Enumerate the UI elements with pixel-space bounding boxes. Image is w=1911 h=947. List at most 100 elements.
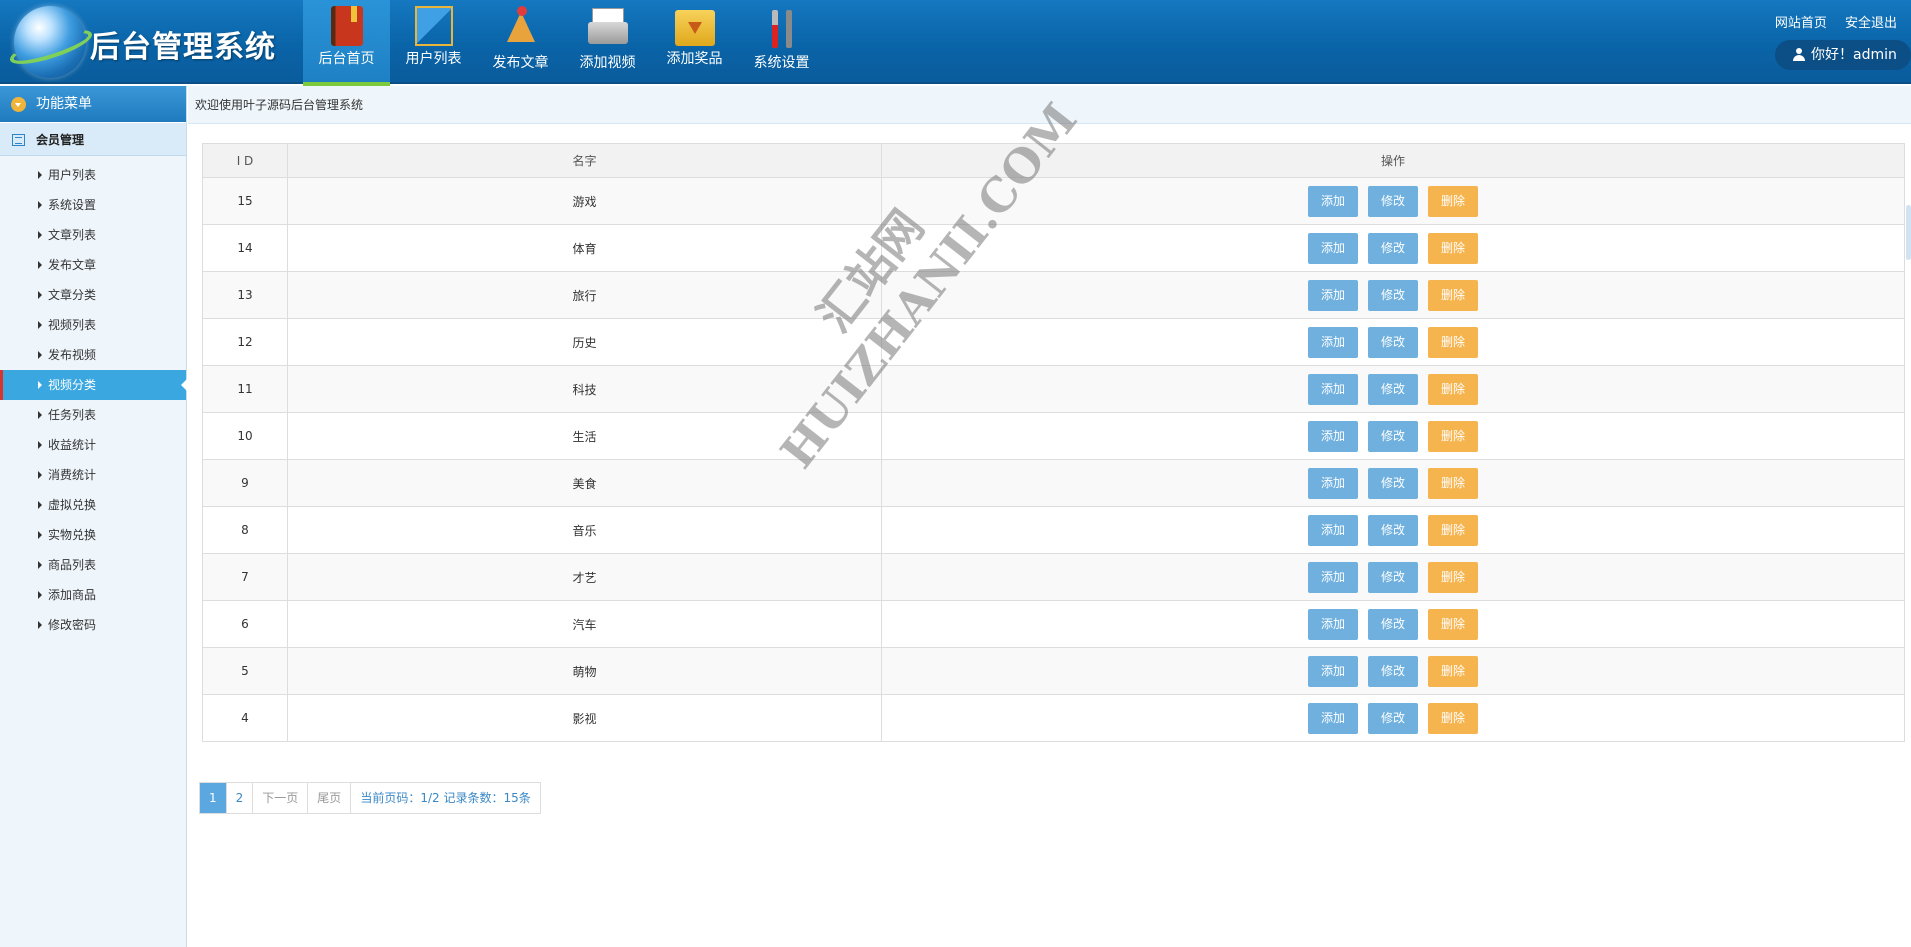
sidebar-item-system-settings[interactable]: 系统设置 [0,190,186,220]
delete-button[interactable]: 删除 [1428,655,1478,687]
delete-button[interactable]: 删除 [1428,608,1478,640]
add-button[interactable]: 添加 [1308,608,1358,640]
caret-right-icon [38,291,42,299]
table-row: 14 体育 添加 修改 删除 [202,224,1905,272]
add-button[interactable]: 添加 [1308,185,1358,217]
cell-actions: 添加 修改 删除 [881,365,1905,413]
add-button[interactable]: 添加 [1308,514,1358,546]
site-home-link[interactable]: 网站首页 [1775,16,1827,31]
delete-button[interactable]: 删除 [1428,467,1478,499]
sidebar-item-label: 实物兑换 [48,528,97,542]
delete-button[interactable]: 删除 [1428,514,1478,546]
list-icon [12,134,25,146]
sidebar-group-member[interactable]: 会员管理 [0,122,186,156]
sidebar: 功能菜单 会员管理 用户列表 系统设置 文章列表 发布文章 文章分类 视频列表 … [0,86,187,947]
table-row: 13 旅行 添加 修改 删除 [202,271,1905,319]
cell-actions: 添加 修改 删除 [881,647,1905,695]
sidebar-item-label: 添加商品 [48,588,97,602]
edit-button[interactable]: 修改 [1368,514,1418,546]
delete-button[interactable]: 删除 [1428,279,1478,311]
add-button[interactable]: 添加 [1308,655,1358,687]
add-button[interactable]: 添加 [1308,561,1358,593]
edit-button[interactable]: 修改 [1368,420,1418,452]
edit-button[interactable]: 修改 [1368,185,1418,217]
table-row: 4 影视 添加 修改 删除 [202,694,1905,742]
delete-button[interactable]: 删除 [1428,326,1478,358]
table-row: 9 美食 添加 修改 删除 [202,459,1905,507]
nav-add-prize[interactable]: 添加奖品 [651,0,738,84]
edit-button[interactable]: 修改 [1368,326,1418,358]
nav-label: 后台首页 [318,51,375,67]
cell-name: 科技 [287,365,882,413]
add-button[interactable]: 添加 [1308,467,1358,499]
sidebar-item-label: 用户列表 [48,168,97,182]
add-button[interactable]: 添加 [1308,279,1358,311]
sidebar-header[interactable]: 功能菜单 [0,86,186,122]
sidebar-item-income-stats[interactable]: 收益统计 [0,430,186,460]
nav-user-list[interactable]: 用户列表 [390,0,477,84]
star-tools-icon [499,6,543,50]
cell-actions: 添加 修改 删除 [881,553,1905,601]
sidebar-item-video-category[interactable]: 视频分类 [0,370,187,400]
top-header: 后台管理系统 后台首页 用户列表 发布文章 添加视频 添加奖品 系统设置 网站首… [0,0,1911,86]
delete-button[interactable]: 删除 [1428,373,1478,405]
pagination: 1 2 下一页 尾页 当前页码：1/2 记录条数：15条 [199,782,541,814]
delete-button[interactable]: 删除 [1428,185,1478,217]
add-button[interactable]: 添加 [1308,702,1358,734]
delete-button[interactable]: 删除 [1428,420,1478,452]
nav-home[interactable]: 后台首页 [303,0,390,86]
caret-right-icon [38,441,42,449]
sidebar-item-add-product[interactable]: 添加商品 [0,580,186,610]
caret-right-icon [38,531,42,539]
sidebar-item-product-list[interactable]: 商品列表 [0,550,186,580]
table-row: 6 汽车 添加 修改 删除 [202,600,1905,648]
edit-button[interactable]: 修改 [1368,608,1418,640]
sidebar-item-video-list[interactable]: 视频列表 [0,310,186,340]
sidebar-item-label: 任务列表 [48,408,97,422]
cell-id: 5 [202,647,288,695]
caret-right-icon [38,561,42,569]
add-button[interactable]: 添加 [1308,232,1358,264]
edit-button[interactable]: 修改 [1368,232,1418,264]
edit-button[interactable]: 修改 [1368,467,1418,499]
top-nav: 后台首页 用户列表 发布文章 添加视频 添加奖品 系统设置 [303,0,825,86]
edit-button[interactable]: 修改 [1368,655,1418,687]
edit-button[interactable]: 修改 [1368,702,1418,734]
sidebar-item-label: 收益统计 [48,438,97,452]
sidebar-item-spending-stats[interactable]: 消费统计 [0,460,186,490]
sidebar-item-physical-redeem[interactable]: 实物兑换 [0,520,186,550]
sidebar-item-label: 视频列表 [48,318,97,332]
logout-link[interactable]: 安全退出 [1845,16,1897,31]
delete-button[interactable]: 删除 [1428,702,1478,734]
delete-button[interactable]: 删除 [1428,232,1478,264]
sidebar-item-article-list[interactable]: 文章列表 [0,220,186,250]
table-row: 10 生活 添加 修改 删除 [202,412,1905,460]
sidebar-item-publish-video[interactable]: 发布视频 [0,340,186,370]
sidebar-item-publish-article[interactable]: 发布文章 [0,250,186,280]
add-button[interactable]: 添加 [1308,420,1358,452]
nav-system-settings[interactable]: 系统设置 [738,0,825,84]
add-button[interactable]: 添加 [1308,373,1358,405]
nav-add-video[interactable]: 添加视频 [564,0,651,84]
delete-button[interactable]: 删除 [1428,561,1478,593]
add-button[interactable]: 添加 [1308,326,1358,358]
table-row: 8 音乐 添加 修改 删除 [202,506,1905,554]
edit-button[interactable]: 修改 [1368,279,1418,311]
caret-right-icon [38,501,42,509]
next-page-button[interactable]: 下一页 [253,783,309,813]
cell-name: 生活 [287,412,882,460]
sidebar-item-article-category[interactable]: 文章分类 [0,280,186,310]
edit-button[interactable]: 修改 [1368,561,1418,593]
cell-id: 4 [202,694,288,742]
scrollbar-handle[interactable] [1906,205,1911,260]
sidebar-item-virtual-redeem[interactable]: 虚拟兑换 [0,490,186,520]
edit-button[interactable]: 修改 [1368,373,1418,405]
page-2-button[interactable]: 2 [227,783,254,813]
cell-id: 13 [202,271,288,319]
sidebar-item-user-list[interactable]: 用户列表 [0,160,186,190]
nav-publish-article[interactable]: 发布文章 [477,0,564,84]
last-page-button[interactable]: 尾页 [308,783,352,813]
page-1-button[interactable]: 1 [200,783,227,813]
sidebar-item-change-password[interactable]: 修改密码 [0,610,186,640]
sidebar-item-task-list[interactable]: 任务列表 [0,400,186,430]
